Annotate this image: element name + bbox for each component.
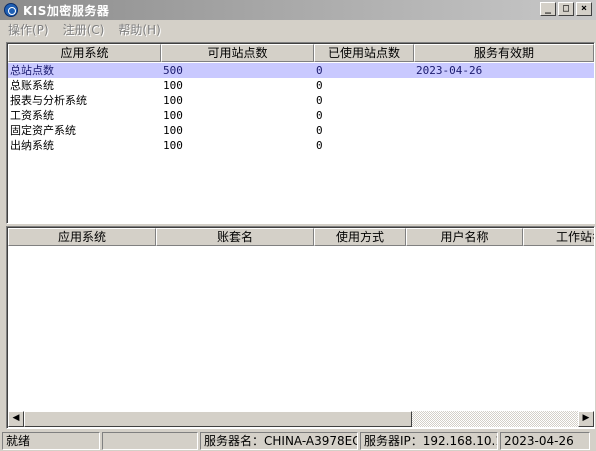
- status-server-name: 服务器名：CHINA-A3978EC46: [200, 432, 358, 450]
- col-header-usage-mode[interactable]: 使用方式: [314, 228, 406, 246]
- cell-available: 100: [163, 124, 183, 137]
- cell-used: 0: [316, 109, 323, 122]
- menu-bar: 操作(P) 注册(C) 帮助(H): [0, 20, 596, 39]
- close-button[interactable]: ×: [576, 2, 592, 16]
- cell-used: 0: [316, 139, 323, 152]
- col-header-used[interactable]: 已使用站点数: [314, 44, 414, 62]
- scroll-left-icon[interactable]: ◀: [8, 411, 24, 427]
- cell-expiry: [414, 123, 594, 138]
- table-row[interactable]: 总站点数 500 0 2023-04-26: [8, 63, 594, 78]
- cell-expiry: [414, 138, 594, 153]
- cell-used: 0: [316, 64, 323, 77]
- cell-used: 0: [316, 94, 323, 107]
- table-row[interactable]: 出纳系统 100 0: [8, 138, 594, 153]
- table-header: 应用系统 账套名 使用方式 用户名称 工作站名: [8, 228, 594, 246]
- col-header-expiry[interactable]: 服务有效期: [414, 44, 594, 62]
- cell-expiry: [414, 78, 594, 93]
- window-controls: _ □ ×: [538, 2, 592, 16]
- cell-available: 100: [163, 79, 183, 92]
- menu-register[interactable]: 注册(C): [63, 21, 105, 38]
- connection-table: 应用系统 账套名 使用方式 用户名称 工作站名 ◀ ▶: [6, 226, 595, 429]
- cell-expiry: 2023-04-26: [416, 64, 483, 77]
- status-state: 就绪: [2, 432, 100, 450]
- col-header-workstation[interactable]: 工作站名: [523, 228, 594, 246]
- cell-available: 100: [163, 94, 183, 107]
- scroll-thumb[interactable]: [24, 411, 412, 427]
- cell-used: 0: [316, 124, 323, 137]
- site-license-table: 应用系统 可用站点数 已使用站点数 服务有效期 总站点数 500 0 2023-…: [6, 42, 595, 224]
- table-row[interactable]: 固定资产系统 100 0: [8, 123, 594, 138]
- table-body: 总站点数 500 0 2023-04-26 总账系统 100 0 报表与分析系统…: [8, 63, 594, 153]
- cell-system: 总站点数: [10, 64, 54, 77]
- window-title: KIS加密服务器: [23, 3, 110, 18]
- cell-available: 500: [163, 64, 183, 77]
- app-icon: [4, 3, 18, 17]
- status-date: 2023-04-26: [500, 432, 590, 450]
- menu-help[interactable]: 帮助(H): [118, 21, 160, 38]
- cell-system: 出纳系统: [10, 139, 54, 152]
- scroll-right-icon[interactable]: ▶: [578, 411, 594, 427]
- maximize-button[interactable]: □: [558, 2, 574, 16]
- col-header-available[interactable]: 可用站点数: [161, 44, 314, 62]
- scroll-track[interactable]: [24, 411, 578, 427]
- title-bar[interactable]: KIS加密服务器 _ □ ×: [0, 0, 596, 20]
- cell-available: 100: [163, 109, 183, 122]
- table-header: 应用系统 可用站点数 已使用站点数 服务有效期: [8, 44, 594, 62]
- cell-system: 报表与分析系统: [10, 94, 87, 107]
- cell-system: 总账系统: [10, 79, 54, 92]
- table-row[interactable]: 总账系统 100 0: [8, 78, 594, 93]
- cell-available: 100: [163, 139, 183, 152]
- col-header-account-set[interactable]: 账套名: [156, 228, 314, 246]
- table-row[interactable]: 报表与分析系统 100 0: [8, 93, 594, 108]
- cell-expiry: [414, 93, 594, 108]
- horizontal-scrollbar[interactable]: ◀ ▶: [8, 411, 594, 427]
- cell-used: 0: [316, 79, 323, 92]
- col-header-user-name[interactable]: 用户名称: [406, 228, 523, 246]
- col-header-system[interactable]: 应用系统: [8, 228, 156, 246]
- table-row[interactable]: 工资系统 100 0: [8, 108, 594, 123]
- status-bar: 就绪 服务器名：CHINA-A3978EC46 服务器IP：192.168.10…: [0, 432, 596, 451]
- status-empty-pane: [102, 432, 198, 450]
- menu-operate[interactable]: 操作(P): [8, 21, 49, 38]
- cell-expiry: [414, 108, 594, 123]
- status-server-ip: 服务器IP：192.168.10.100: [360, 432, 498, 450]
- minimize-button[interactable]: _: [540, 2, 556, 16]
- col-header-system[interactable]: 应用系统: [8, 44, 161, 62]
- cell-system: 固定资产系统: [10, 124, 76, 137]
- cell-system: 工资系统: [10, 109, 54, 122]
